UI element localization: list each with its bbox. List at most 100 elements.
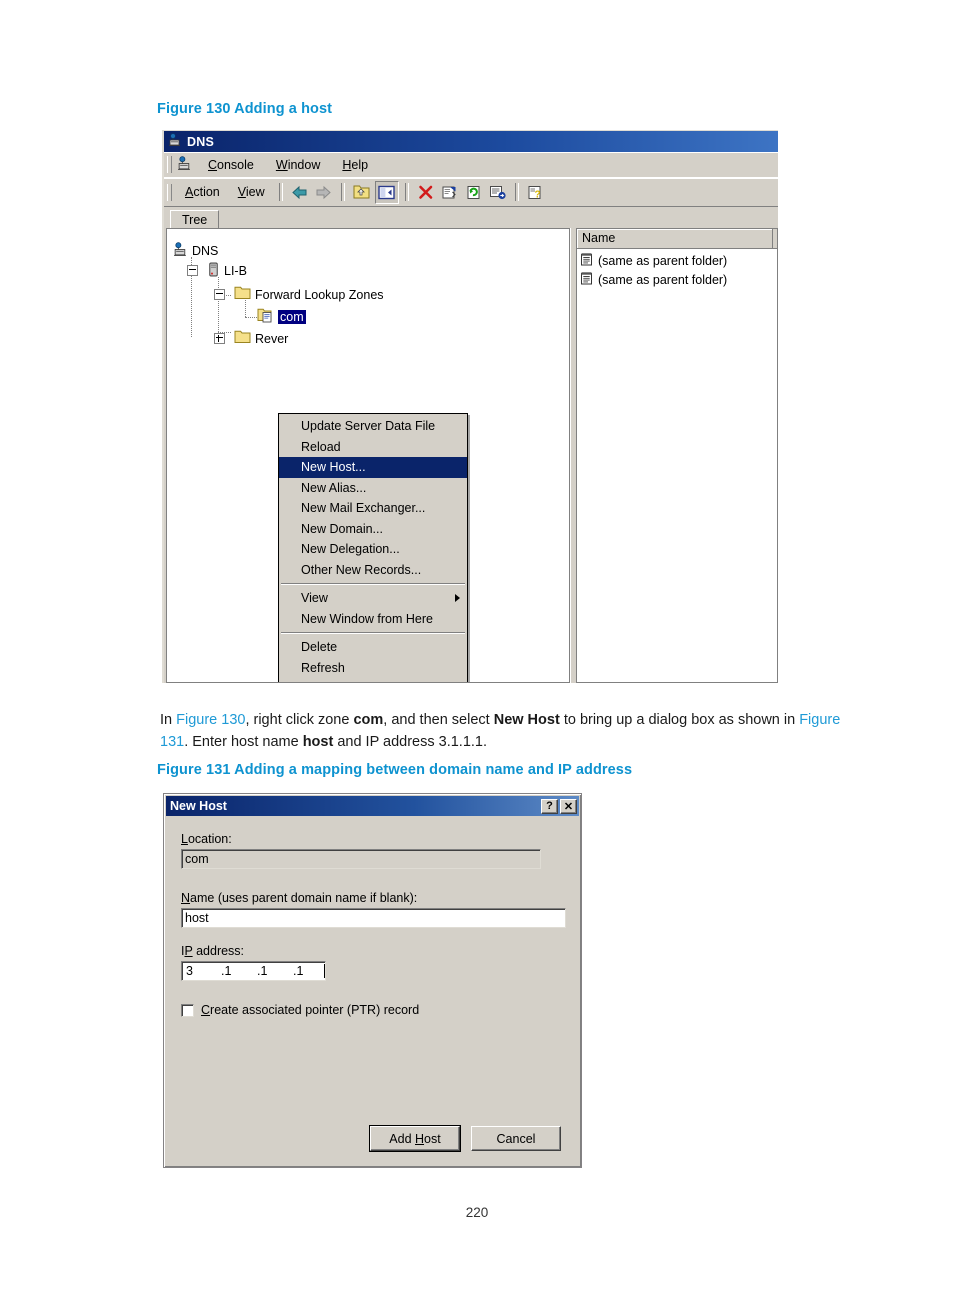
- para-seg-5: . Enter host name: [184, 734, 303, 750]
- para-bold-new-host: New Host: [493, 712, 560, 728]
- name-label-text: ame (uses parent domain name if blank):: [190, 891, 418, 905]
- zone-icon: [257, 308, 274, 326]
- dialog-button-row: Add Host Cancel: [164, 1125, 581, 1152]
- folder-icon: [234, 330, 251, 347]
- list-item[interactable]: (same as parent folder): [577, 251, 777, 270]
- list-item-label: (same as parent folder): [598, 253, 728, 268]
- context-menu-item-delete[interactable]: Delete: [279, 637, 467, 658]
- page-number: 220: [465, 1205, 489, 1220]
- ip-octet-3[interactable]: .1: [254, 962, 290, 981]
- tab-tree[interactable]: Tree: [170, 210, 220, 229]
- add-host-button[interactable]: Add Host: [369, 1125, 461, 1152]
- toolbar-separator-4: [514, 183, 519, 201]
- menu-item-console-label: onsole: [217, 157, 254, 172]
- tab-strip-filler: [238, 210, 778, 230]
- ip-octet-2[interactable]: .1: [218, 962, 254, 981]
- ip-octet-1[interactable]: 3: [182, 962, 218, 981]
- menu-item-console[interactable]: Console: [197, 156, 265, 174]
- ip-address-input[interactable]: 3 .1 .1 .1: [181, 961, 326, 981]
- close-icon[interactable]: ✕: [560, 798, 577, 814]
- folder-icon: [234, 286, 251, 303]
- tree-node-dns[interactable]: DNS: [173, 241, 218, 260]
- context-menu-item-new-domain[interactable]: New Domain...: [279, 519, 467, 540]
- toolbar-view-menu[interactable]: View: [229, 183, 274, 201]
- zone-context-menu: Update Server Data File Reload New Host.…: [278, 413, 468, 682]
- cancel-button[interactable]: Cancel: [471, 1126, 561, 1151]
- server-icon: [207, 262, 220, 280]
- tree-node-dns-label: DNS: [192, 243, 219, 258]
- ptr-checkbox[interactable]: [181, 1003, 194, 1017]
- toolbar-separator-1: [278, 183, 283, 201]
- record-icon: [580, 271, 593, 288]
- column-header-name[interactable]: Name: [577, 229, 773, 248]
- forward-icon[interactable]: [313, 182, 335, 203]
- tree-pane[interactable]: DNS LI-B Forward Lookup Zones com Rever …: [166, 228, 570, 683]
- context-menu-item-view-label: View: [301, 591, 328, 605]
- figure-131-caption: Figure 131 Adding a mapping between doma…: [157, 762, 633, 778]
- up-one-level-icon[interactable]: [351, 182, 373, 203]
- ptr-checkbox-row[interactable]: Create associated pointer (PTR) record: [181, 1003, 564, 1017]
- tree-node-com[interactable]: com: [241, 307, 307, 326]
- toolbar-action-label: ction: [193, 185, 220, 199]
- delete-icon[interactable]: [415, 182, 437, 203]
- menu-item-help-label: elp: [351, 157, 369, 172]
- context-menu-item-other-new-records[interactable]: Other New Records...: [279, 560, 467, 581]
- context-menu-item-refresh[interactable]: Refresh: [279, 658, 467, 679]
- link-figure-130[interactable]: Figure 130: [176, 712, 245, 728]
- dns-menu-bar: Console Window Help: [164, 152, 778, 178]
- context-menu-item-new-window-from-here[interactable]: New Window from Here: [279, 609, 467, 630]
- tree-node-forward-lookup-zones[interactable]: Forward Lookup Zones: [214, 285, 384, 304]
- para-seg-6: and IP address 3.1.1.1.: [333, 734, 487, 750]
- dns-console-window: DNS Console Window Help Action View ? Tr…: [162, 130, 778, 683]
- context-menu-separator: [281, 583, 465, 585]
- console-root-icon: [177, 155, 192, 174]
- ip-octet-4[interactable]: .1: [290, 962, 326, 981]
- records-list-pane[interactable]: Name (same as parent folder) (same as pa…: [576, 228, 778, 683]
- dns-server-icon: [168, 133, 182, 150]
- menu-item-window[interactable]: Window: [265, 156, 331, 174]
- context-menu-item-view[interactable]: View: [279, 588, 467, 609]
- menu-item-help[interactable]: Help: [331, 156, 379, 174]
- context-menu-item-new-delegation[interactable]: New Delegation...: [279, 539, 467, 560]
- menu-item-window-label: indow: [287, 157, 321, 172]
- toolbar-separator-2: [340, 183, 345, 201]
- context-help-button[interactable]: ?: [541, 798, 558, 814]
- para-seg-4: to bring up a dialog box as shown in: [559, 712, 800, 728]
- location-label: Location:: [181, 832, 232, 846]
- location-field: com: [181, 849, 541, 869]
- collapse-toggle-li-b[interactable]: [187, 265, 198, 276]
- context-menu-item-new-mail-exchanger[interactable]: New Mail Exchanger...: [279, 498, 467, 519]
- context-menu-item-export-list[interactable]: Export List...: [279, 678, 467, 682]
- show-hide-tree-icon[interactable]: [374, 180, 399, 204]
- export-list-icon[interactable]: [487, 182, 509, 203]
- back-icon[interactable]: [289, 182, 311, 203]
- properties-icon[interactable]: [439, 182, 461, 203]
- tree-node-reverse-lookup-zones-label: Rever: [255, 331, 289, 346]
- dns-root-icon: [173, 241, 188, 260]
- dns-window-title: DNS: [187, 134, 214, 149]
- new-host-body: Location: com Name (uses parent domain n…: [164, 818, 581, 1017]
- records-list-header: Name: [577, 229, 777, 249]
- pane-tab-strip: Tree: [164, 207, 778, 230]
- context-menu-item-update-server-data-file[interactable]: Update Server Data File: [279, 416, 467, 437]
- chevron-right-icon: [455, 594, 460, 603]
- para-seg-3: , and then select: [383, 712, 494, 728]
- collapse-toggle-forward-lookup-zones[interactable]: [214, 289, 225, 300]
- list-item[interactable]: (same as parent folder): [577, 270, 777, 289]
- toolbar-action-menu[interactable]: Action: [176, 183, 229, 201]
- record-icon: [580, 252, 593, 269]
- toolbar-grip[interactable]: [167, 183, 172, 201]
- tree-node-reverse-lookup-zones[interactable]: Rever: [214, 329, 288, 348]
- refresh-icon[interactable]: [463, 182, 485, 203]
- text-caret: [324, 964, 325, 978]
- host-name-input[interactable]: host: [181, 908, 566, 928]
- context-menu-item-reload[interactable]: Reload: [279, 437, 467, 458]
- help-icon[interactable]: ?: [525, 182, 547, 203]
- context-menu-item-new-alias[interactable]: New Alias...: [279, 478, 467, 499]
- menubar-grip[interactable]: [167, 156, 172, 173]
- dns-toolbar: Action View ?: [164, 178, 778, 207]
- context-menu-item-new-host[interactable]: New Host...: [279, 457, 467, 478]
- tree-node-li-b[interactable]: LI-B: [187, 261, 247, 280]
- expand-toggle-reverse-lookup-zones[interactable]: [214, 333, 225, 344]
- ptr-checkbox-label: Create associated pointer (PTR) record: [201, 1003, 420, 1017]
